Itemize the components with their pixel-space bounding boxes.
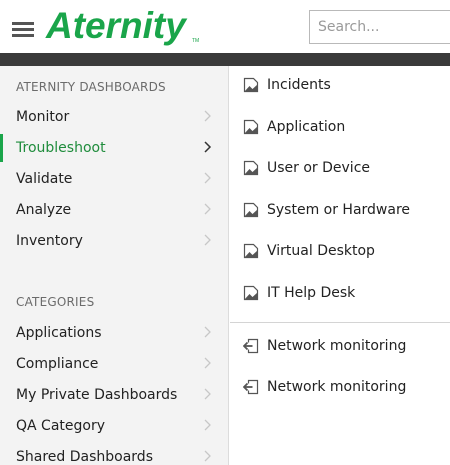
dashboard-page-icon	[243, 77, 259, 93]
section-header-categories: CATEGORIES	[16, 295, 95, 309]
dashboard-link-label: User or Device	[267, 160, 371, 176]
chevron-right-icon	[204, 326, 211, 338]
sidebar-item-compliance[interactable]: Compliance	[0, 350, 228, 378]
sidebar-item-label: Shared Dashboards	[16, 449, 153, 465]
sidebar-item-validate[interactable]: Validate	[0, 165, 228, 193]
dashboard-link-label: Incidents	[267, 77, 331, 93]
external-link-network-monitoring-2[interactable]: Network monitoring	[243, 376, 448, 400]
section-header-dashboards: ATERNITY DASHBOARDS	[16, 80, 166, 94]
content-divider	[230, 322, 450, 323]
sidebar-item-label: Monitor	[16, 109, 70, 125]
menu-icon[interactable]	[12, 22, 34, 37]
sidebar-item-label: Compliance	[16, 356, 99, 372]
chevron-right-icon	[204, 357, 211, 369]
dashboard-link-label: System or Hardware	[267, 202, 411, 218]
sidebar-item-label: Inventory	[16, 233, 83, 249]
sidebar-item-label: Applications	[16, 325, 102, 341]
sidebar-item-analyze[interactable]: Analyze	[0, 196, 228, 224]
sidebar-item-qa-category[interactable]: QA Category	[0, 412, 228, 440]
search-input[interactable]	[309, 10, 450, 44]
chevron-right-icon	[204, 450, 211, 462]
external-link-label: Network monitoring	[267, 338, 407, 354]
dashboard-link-virtual-desktop[interactable]: Virtual Desktop	[243, 240, 448, 264]
dashboard-link-it-help-desk[interactable]: IT Help Desk	[243, 282, 448, 306]
sidebar: ATERNITY DASHBOARDS Monitor Troubleshoot…	[0, 66, 229, 465]
sidebar-item-shared-dashboards[interactable]: Shared Dashboards	[0, 443, 228, 465]
sidebar-item-applications[interactable]: Applications	[0, 319, 228, 347]
dashboard-link-system-or-hardware[interactable]: System or Hardware	[243, 199, 448, 223]
active-indicator	[0, 134, 3, 162]
header-divider-bar	[0, 53, 450, 66]
sidebar-item-monitor[interactable]: Monitor	[0, 103, 228, 131]
sidebar-item-label: My Private Dashboards	[16, 387, 178, 403]
sidebar-item-my-private-dashboards[interactable]: My Private Dashboards	[0, 381, 228, 409]
external-link-icon	[243, 338, 259, 354]
dashboard-page-icon	[243, 119, 259, 135]
dashboard-link-application[interactable]: Application	[243, 116, 448, 140]
sidebar-item-label: Troubleshoot	[16, 140, 106, 156]
top-header: Aternity TM	[0, 0, 450, 53]
chevron-right-icon	[204, 141, 212, 153]
sidebar-item-inventory[interactable]: Inventory	[0, 227, 228, 255]
sidebar-item-label: Validate	[16, 171, 73, 187]
sidebar-item-label: Analyze	[16, 202, 72, 218]
dashboard-page-icon	[243, 160, 259, 176]
dashboard-link-incidents[interactable]: Incidents	[243, 74, 448, 98]
chevron-right-icon	[204, 172, 211, 184]
chevron-right-icon	[204, 203, 211, 215]
dashboard-link-label: Application	[267, 119, 346, 135]
svg-text:TM: TM	[192, 38, 199, 44]
chevron-right-icon	[204, 234, 211, 246]
dashboard-link-label: IT Help Desk	[267, 285, 356, 301]
chevron-right-icon	[204, 419, 211, 431]
chevron-right-icon	[204, 388, 211, 400]
sidebar-item-label: QA Category	[16, 418, 105, 434]
dashboard-link-label: Virtual Desktop	[267, 243, 375, 259]
external-link-network-monitoring-1[interactable]: Network monitoring	[243, 335, 448, 359]
aternity-logo[interactable]: Aternity TM	[44, 4, 204, 46]
dashboard-link-user-or-device[interactable]: User or Device	[243, 157, 448, 181]
chevron-right-icon	[204, 110, 211, 122]
external-link-label: Network monitoring	[267, 379, 407, 395]
dashboard-page-icon	[243, 285, 259, 301]
dashboard-page-icon	[243, 243, 259, 259]
dashboard-list-panel: Incidents Application User or Device Sys…	[230, 66, 450, 465]
dashboard-page-icon	[243, 202, 259, 218]
svg-text:Aternity: Aternity	[45, 5, 188, 46]
external-link-icon	[243, 379, 259, 395]
sidebar-item-troubleshoot[interactable]: Troubleshoot	[0, 134, 228, 162]
